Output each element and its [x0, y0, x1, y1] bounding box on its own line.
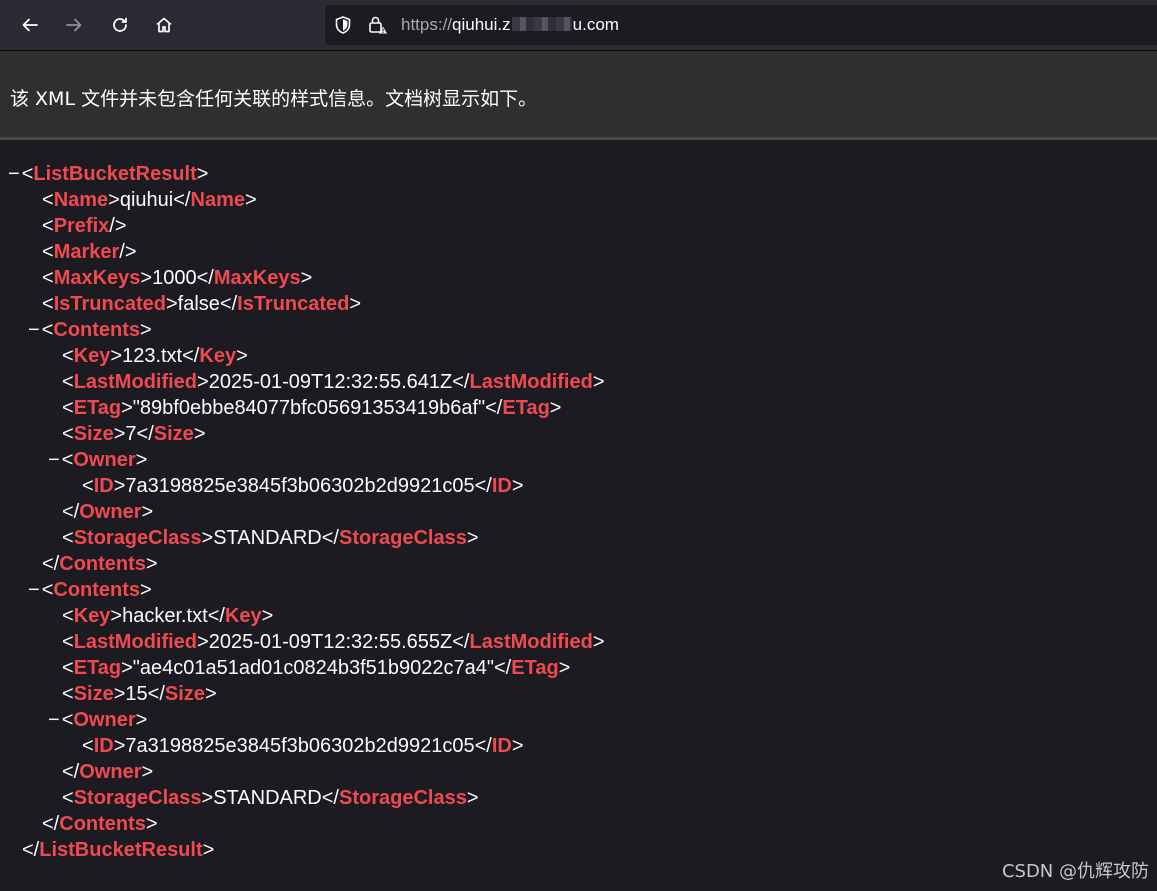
forward-button[interactable]	[58, 9, 90, 41]
url-text[interactable]: https://qiuhui.z u.com	[401, 15, 619, 35]
xml-contents-open: − <Contents>	[28, 579, 152, 601]
back-arrow-icon	[22, 18, 38, 32]
xml-key-line: <Key>123.txt</Key>	[62, 345, 248, 367]
xml-lastmodified-line: <LastModified>2025-01-09T12:32:55.641Z</…	[62, 371, 605, 393]
xml-owner-close: </Owner>	[62, 501, 154, 523]
browser-toolbar: https://qiuhui.z u.com	[0, 0, 1157, 51]
xml-name-line: <Name>qiuhui</Name>	[42, 189, 257, 211]
reload-button[interactable]	[104, 9, 136, 41]
collapse-toggle[interactable]: −	[48, 709, 60, 731]
xml-owner-close: </Owner>	[62, 761, 154, 783]
xml-prefix-line: <Prefix/>	[42, 215, 127, 237]
xml-lastmodified-line: <LastModified>2025-01-09T12:32:55.655Z</…	[62, 631, 605, 653]
collapse-toggle[interactable]: −	[28, 579, 40, 601]
lock-warning-icon[interactable]	[367, 14, 389, 36]
xml-root-close: </ListBucketResult>	[22, 839, 215, 861]
xml-marker-line: <Marker/>	[42, 241, 137, 263]
reload-icon	[113, 17, 127, 32]
collapse-toggle[interactable]: −	[28, 319, 40, 341]
collapse-toggle[interactable]: −	[8, 163, 20, 185]
forward-arrow-icon	[66, 18, 82, 32]
shield-icon[interactable]	[333, 15, 353, 35]
redacted-segment	[511, 17, 572, 31]
xml-contents-close: </Contents>	[42, 553, 158, 575]
xml-etag-line: <ETag>"ae4c01a51ad01c0824b3f51b9022c7a4"…	[62, 657, 571, 679]
xml-size-line: <Size>15</Size>	[62, 683, 217, 705]
csdn-watermark: CSDN @仇辉攻防	[1001, 861, 1149, 882]
xml-info-message: 该 XML 文件并未包含任何关联的样式信息。文档树显示如下。	[10, 88, 538, 110]
xml-info-banner: 该 XML 文件并未包含任何关联的样式信息。文档树显示如下。	[0, 51, 1157, 140]
collapse-toggle[interactable]: −	[48, 449, 60, 471]
home-icon	[156, 17, 172, 33]
xml-id-line: <ID>7a3198825e3845f3b06302b2d9921c05</ID…	[82, 735, 524, 757]
xml-contents-open: − <Contents>	[28, 319, 152, 341]
back-button[interactable]	[14, 9, 46, 41]
home-button[interactable]	[148, 9, 180, 41]
xml-size-line: <Size>7</Size>	[62, 423, 206, 445]
xml-etag-line: <ETag>"89bf0ebbe84077bfc05691353419b6af"…	[62, 397, 562, 419]
xml-owner-open: − <Owner>	[48, 709, 148, 731]
xml-root-open: − <ListBucketResult>	[8, 163, 209, 185]
xml-contents-close: </Contents>	[42, 813, 158, 835]
xml-key-line: <Key>hacker.txt</Key>	[62, 605, 274, 627]
xml-id-line: <ID>7a3198825e3845f3b06302b2d9921c05</ID…	[82, 475, 524, 497]
xml-istruncated-line: <IsTruncated>false</IsTruncated>	[42, 293, 362, 315]
xml-storageclass-line: <StorageClass>STANDARD</StorageClass>	[62, 787, 479, 809]
xml-owner-open: − <Owner>	[48, 449, 148, 471]
xml-storageclass-line: <StorageClass>STANDARD</StorageClass>	[62, 527, 479, 549]
address-bar[interactable]: https://qiuhui.z u.com	[325, 5, 1157, 45]
xml-maxkeys-line: <MaxKeys>1000</MaxKeys>	[42, 267, 313, 289]
